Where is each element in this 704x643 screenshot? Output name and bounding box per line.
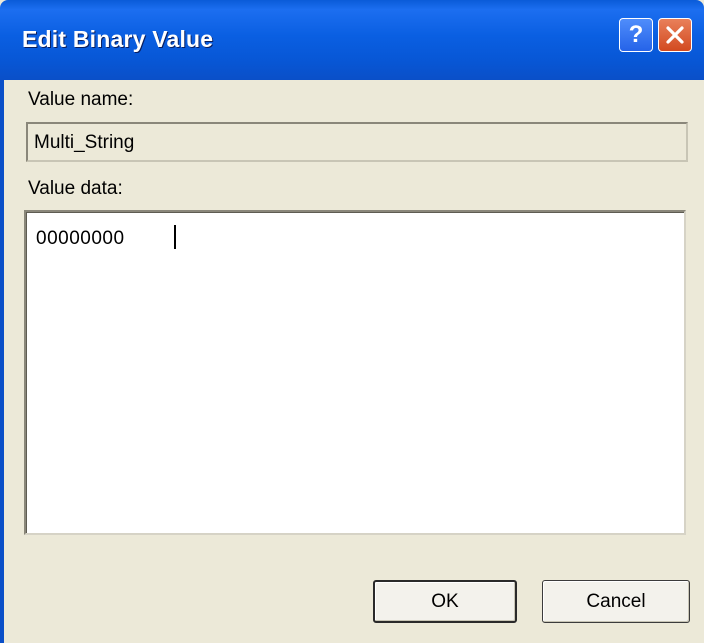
question-mark-icon: ? <box>628 21 644 48</box>
close-button[interactable] <box>658 18 692 52</box>
value-name-text: Multi_String <box>34 132 135 153</box>
edit-binary-value-dialog: Edit Binary Value ? Value name: Multi_St… <box>0 0 704 643</box>
window-frame <box>0 80 4 643</box>
cancel-button[interactable]: Cancel <box>542 580 690 623</box>
ok-button[interactable]: OK <box>373 580 517 623</box>
data-offset: 00000000 <box>36 228 125 249</box>
value-name-field: Multi_String <box>26 122 688 162</box>
text-caret <box>174 225 176 249</box>
value-name-label: Value name: <box>28 89 134 110</box>
dialog-title: Edit Binary Value <box>22 26 214 52</box>
help-button[interactable]: ? <box>619 18 653 52</box>
value-data-editor[interactable]: 00000000 <box>24 210 686 535</box>
value-data-label: Value data: <box>28 178 123 199</box>
title-bar[interactable]: Edit Binary Value ? <box>0 0 704 80</box>
close-icon <box>666 26 684 44</box>
